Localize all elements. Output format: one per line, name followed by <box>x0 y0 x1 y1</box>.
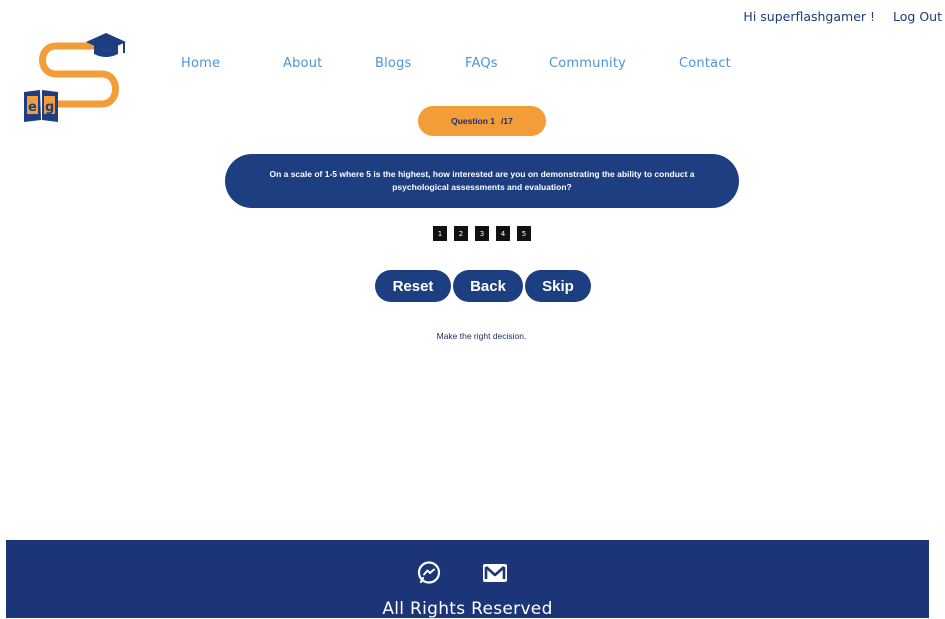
svg-text:e: e <box>28 100 37 115</box>
question-counter: Question 1 /17 <box>418 106 546 136</box>
nav-contact[interactable]: Contact <box>679 56 731 71</box>
rating-5-button[interactable]: 5 <box>517 226 531 241</box>
rating-1-button[interactable]: 1 <box>433 226 447 241</box>
question-number: Question 1 <box>451 116 496 126</box>
back-button[interactable]: Back <box>453 270 523 302</box>
question-card: On a scale of 1-5 where 5 is the highest… <box>225 154 739 208</box>
site-footer: All Rights Reserved <box>6 540 929 619</box>
hint-text: Make the right decision. <box>436 331 527 341</box>
nav-home[interactable]: Home <box>181 56 220 71</box>
main-nav: Home About Blogs FAQs Community Contact <box>0 56 945 74</box>
open-book-icon: e g <box>24 90 58 122</box>
nav-faqs[interactable]: FAQs <box>465 56 498 71</box>
quiz-actions: Reset Back Skip <box>375 270 591 302</box>
rating-2-button[interactable]: 2 <box>454 226 468 241</box>
question-text: On a scale of 1-5 where 5 is the highest… <box>269 169 695 192</box>
messenger-icon[interactable] <box>416 560 442 586</box>
site-logo[interactable]: e g <box>24 30 134 125</box>
logout-link[interactable]: Log Out <box>893 9 942 24</box>
nav-community[interactable]: Community <box>549 56 626 71</box>
mail-icon[interactable] <box>482 560 508 586</box>
rating-3-button[interactable]: 3 <box>475 226 489 241</box>
rating-options: 1 2 3 4 5 <box>433 226 531 241</box>
nav-about[interactable]: About <box>283 56 322 71</box>
social-icons <box>416 560 508 586</box>
copyright-text: All Rights Reserved <box>382 599 553 619</box>
svg-text:g: g <box>45 100 54 115</box>
greeting-text: Hi superflashgamer ! <box>743 9 876 24</box>
user-bar: Hi superflashgamer ! Log Out <box>743 9 942 24</box>
nav-blogs[interactable]: Blogs <box>375 56 412 71</box>
question-total: /17 <box>501 116 513 126</box>
rating-4-button[interactable]: 4 <box>496 226 510 241</box>
skip-button[interactable]: Skip <box>525 270 591 302</box>
reset-button[interactable]: Reset <box>375 270 451 302</box>
